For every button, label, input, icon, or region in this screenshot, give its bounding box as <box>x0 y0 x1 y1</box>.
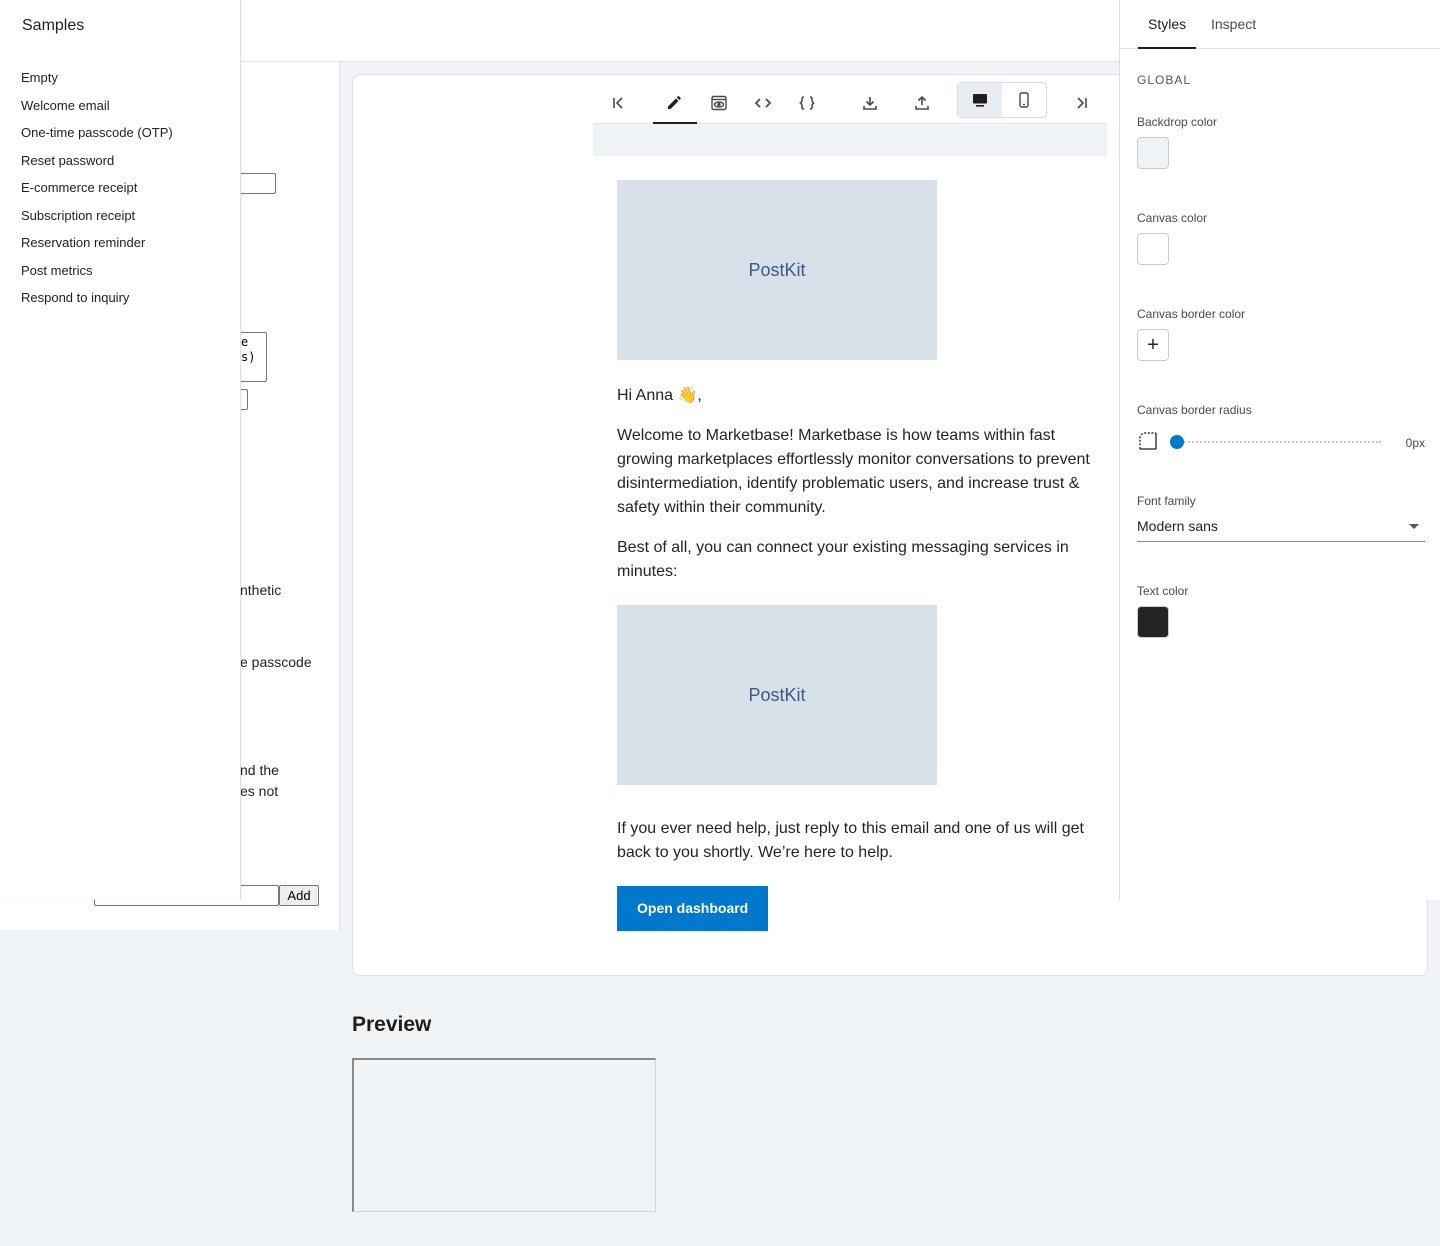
inspector-panel: Styles Inspect GLOBAL Backdrop color Can… <box>1119 0 1440 900</box>
slider-track <box>1173 441 1381 443</box>
preview-frame <box>352 1058 656 1212</box>
sample-item-welcome-email[interactable]: Welcome email <box>21 92 173 120</box>
intro-paragraph[interactable]: Welcome to Marketbase! Marketbase is how… <box>617 424 1097 520</box>
background-text: nthetic <box>240 582 282 598</box>
samples-title: Samples <box>22 17 85 34</box>
sample-item-post-metrics[interactable]: Post metrics <box>21 257 173 285</box>
canvas-border-radius-label: Canvas border radius <box>1137 403 1252 417</box>
sample-item-otp[interactable]: One-time passcode (OTP) <box>21 119 173 147</box>
email-canvas: PostKit Hi Anna 👋, Welcome to Marketbase… <box>617 180 1097 931</box>
logo-image[interactable]: PostKit <box>617 180 937 360</box>
background-text: nd the <box>240 762 279 778</box>
background-text: e passcode <box>240 654 312 670</box>
sample-item-reservation-reminder[interactable]: Reservation reminder <box>21 229 173 257</box>
backdrop-color-swatch[interactable] <box>1137 137 1169 169</box>
editor-toolbar <box>593 81 1107 124</box>
background-text: es not <box>240 783 279 799</box>
textarea-line: s) <box>241 350 256 364</box>
textarea-line: e <box>241 335 249 349</box>
tab-styles[interactable]: Styles <box>1138 0 1197 49</box>
canvas-border-color-label: Canvas border color <box>1137 307 1246 321</box>
connect-paragraph[interactable]: Best of all, you can connect your existi… <box>617 536 1097 584</box>
upload-icon[interactable] <box>900 81 944 124</box>
first-page-icon[interactable] <box>597 81 641 124</box>
border-radius-value: 0px <box>1405 436 1425 450</box>
global-section-label: GLOBAL <box>1137 73 1192 87</box>
email-backdrop <box>593 124 1107 156</box>
plus-icon: + <box>1147 333 1159 356</box>
tab-inspect[interactable]: Inspect <box>1201 0 1266 49</box>
mobile-icon[interactable] <box>1002 83 1046 117</box>
open-dashboard-button[interactable]: Open dashboard <box>617 886 769 931</box>
add-border-color-button[interactable]: + <box>1137 329 1169 361</box>
text-color-swatch[interactable] <box>1137 606 1169 638</box>
last-page-icon[interactable] <box>1059 81 1103 124</box>
code-brackets-icon[interactable] <box>741 81 785 124</box>
cta-wrapper: Open dashboard <box>617 886 1097 931</box>
sample-item-empty[interactable]: Empty <box>21 64 173 92</box>
panel-tabs: Styles Inspect <box>1120 0 1440 49</box>
backdrop-color-label: Backdrop color <box>1137 115 1218 129</box>
add-button[interactable]: Add <box>279 885 319 906</box>
samples-list: Empty Welcome email One-time passcode (O… <box>21 64 173 312</box>
border-radius-slider[interactable] <box>1170 432 1381 452</box>
download-icon[interactable] <box>848 81 892 124</box>
desktop-icon[interactable] <box>958 83 1002 117</box>
content-image[interactable]: PostKit <box>617 605 937 785</box>
samples-drawer: Samples Empty Welcome email One-time pas… <box>0 0 241 900</box>
sample-item-ecommerce-receipt[interactable]: E-commerce receipt <box>21 174 173 202</box>
border-radius-icon <box>1139 432 1157 450</box>
device-toggle <box>957 82 1047 118</box>
canvas-color-swatch[interactable] <box>1137 233 1169 265</box>
greeting-text[interactable]: Hi Anna 👋, <box>617 384 1097 408</box>
sample-item-subscription-receipt[interactable]: Subscription receipt <box>21 202 173 230</box>
help-paragraph[interactable]: If you ever need help, just reply to thi… <box>617 817 1097 865</box>
pencil-icon[interactable] <box>653 81 697 124</box>
sample-item-respond-to-inquiry[interactable]: Respond to inquiry <box>21 284 173 312</box>
preview-eye-icon[interactable] <box>697 81 741 124</box>
json-braces-icon[interactable] <box>785 81 829 124</box>
chevron-down-icon <box>1409 524 1419 529</box>
font-family-select[interactable]: Modern sans <box>1137 514 1425 542</box>
preview-heading: Preview <box>352 1013 432 1036</box>
sample-item-reset-password[interactable]: Reset password <box>21 147 173 175</box>
text-color-label: Text color <box>1137 584 1189 598</box>
background-input[interactable] <box>236 173 276 194</box>
slider-thumb[interactable] <box>1170 435 1184 449</box>
font-family-label: Font family <box>1137 494 1196 508</box>
font-family-value: Modern sans <box>1137 518 1218 534</box>
canvas-color-label: Canvas color <box>1137 211 1208 225</box>
